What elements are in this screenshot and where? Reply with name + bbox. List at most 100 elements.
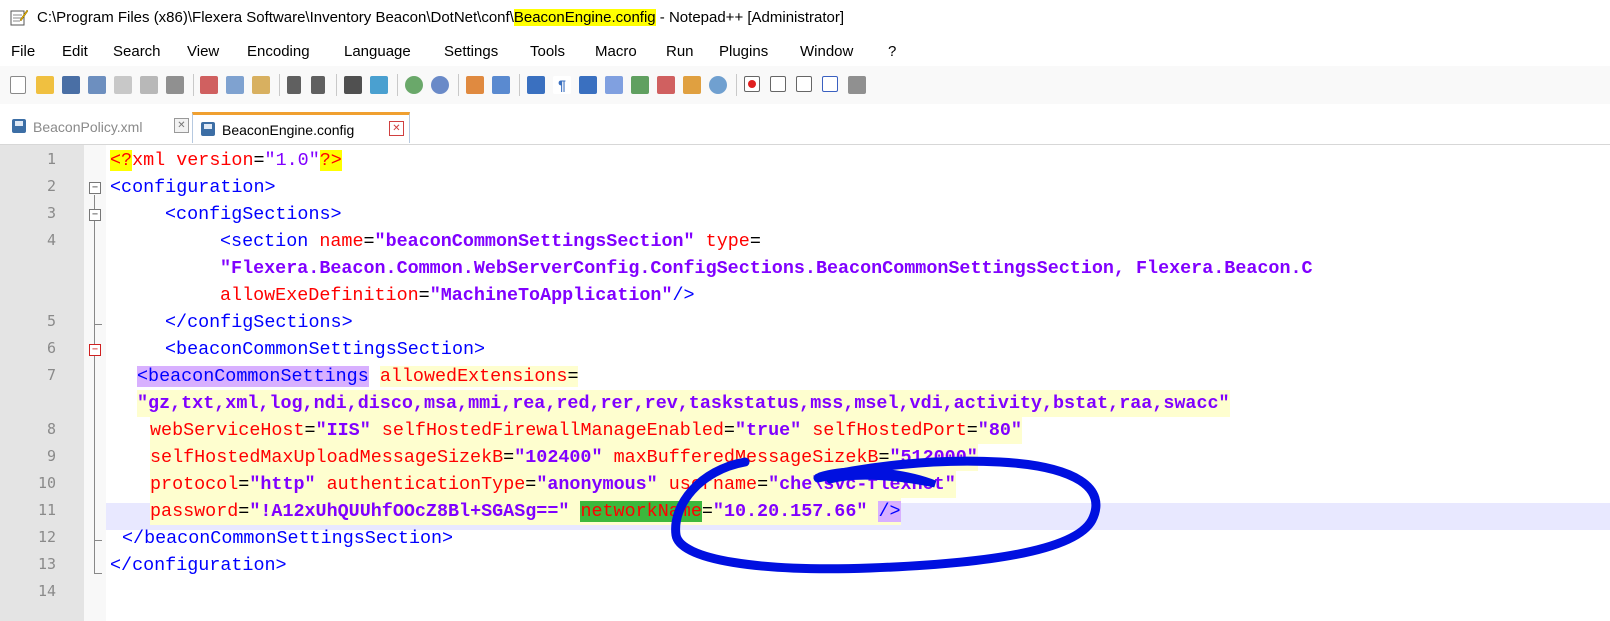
redo-icon[interactable] — [311, 76, 325, 94]
menu-settings[interactable]: Settings — [444, 43, 498, 60]
menu-language[interactable]: Language — [344, 43, 411, 60]
close-all-icon[interactable] — [140, 76, 158, 94]
language-icon[interactable] — [605, 76, 623, 94]
line-number: 14 — [37, 582, 56, 600]
zoom-in-icon[interactable] — [405, 76, 423, 94]
menu-search[interactable]: Search — [113, 43, 161, 60]
code-line-12: </beaconCommonSettingsSection> — [122, 528, 454, 549]
line-number: 5 — [46, 312, 56, 330]
code-line-2: <configuration> — [110, 177, 276, 198]
close-icon[interactable]: ✕ — [389, 121, 404, 136]
sync-horizontal-icon[interactable] — [492, 76, 510, 94]
line-number: 9 — [46, 447, 56, 465]
code-line-4: <section name="beaconCommonSettingsSecti… — [220, 231, 761, 252]
toolbar-separator — [193, 74, 194, 96]
code-line-8: webServiceHost="IIS" selfHostedFirewallM… — [150, 417, 1022, 444]
tab-beaconpolicy[interactable]: BeaconPolicy.xml ✕ — [6, 112, 189, 143]
doc-map-icon[interactable] — [631, 76, 649, 94]
run-macro-multiple-icon[interactable] — [822, 76, 838, 92]
stop-record-icon[interactable] — [770, 76, 786, 92]
line-number: 1 — [46, 150, 56, 168]
notepad-plus-plus-icon — [10, 9, 28, 26]
find-icon[interactable] — [344, 76, 362, 94]
line-number: 13 — [37, 555, 56, 573]
word-wrap-icon[interactable] — [527, 76, 545, 94]
folder-as-workspace-icon[interactable] — [683, 76, 701, 94]
close-icon[interactable] — [114, 76, 132, 94]
play-macro-icon[interactable] — [796, 76, 812, 92]
menu-tools[interactable]: Tools — [530, 43, 565, 60]
networkname-attribute: networkName — [580, 501, 702, 522]
fold-toggle-configuration[interactable]: − — [89, 182, 101, 194]
copy-icon[interactable] — [226, 76, 244, 94]
new-file-icon[interactable] — [10, 76, 26, 94]
cut-icon[interactable] — [200, 76, 218, 94]
toolbar-separator — [458, 74, 459, 96]
code-line-6: <beaconCommonSettingsSection> — [165, 339, 486, 360]
save-macro-icon[interactable] — [848, 76, 866, 94]
menu-plugins[interactable]: Plugins — [719, 43, 768, 60]
fold-end — [94, 573, 102, 574]
fold-toggle-configsections[interactable]: − — [89, 209, 101, 221]
tab-label: BeaconEngine.config — [222, 122, 355, 138]
menu-bar: File Edit Search View Encoding Language … — [0, 38, 1610, 66]
toolbar-separator — [736, 74, 737, 96]
menu-macro[interactable]: Macro — [595, 43, 637, 60]
line-number: 7 — [46, 366, 56, 384]
save-icon[interactable] — [62, 76, 80, 94]
code-line-4-wrap-1: "Flexera.Beacon.Common.WebServerConfig.C… — [220, 258, 1313, 279]
sync-vertical-icon[interactable] — [466, 76, 484, 94]
replace-icon[interactable] — [370, 76, 388, 94]
title-bar: C:\Program Files (x86)\Flexera Software\… — [0, 0, 1610, 38]
file-saved-icon — [12, 119, 26, 133]
code-line-13: </configuration> — [110, 555, 287, 576]
print-icon[interactable] — [166, 76, 184, 94]
title-file-highlight: BeaconEngine.config — [513, 9, 656, 26]
code-line-3: <configSections> — [165, 204, 342, 225]
show-all-chars-icon[interactable]: ¶ — [553, 76, 571, 94]
indent-guide-icon[interactable] — [579, 76, 597, 94]
close-icon[interactable]: ✕ — [174, 118, 189, 133]
toolbar-separator — [279, 74, 280, 96]
toolbar: ¶ — [0, 66, 1610, 105]
menu-window[interactable]: Window — [800, 43, 853, 60]
menu-view[interactable]: View — [187, 43, 219, 60]
fold-end — [94, 540, 102, 541]
menu-run[interactable]: Run — [666, 43, 694, 60]
menu-encoding[interactable]: Encoding — [247, 43, 310, 60]
fold-end — [94, 324, 102, 325]
fold-guide — [94, 195, 95, 573]
undo-icon[interactable] — [287, 76, 301, 94]
code-line-7-wrap: "gz,txt,xml,log,ndi,disco,msa,mmi,rea,re… — [137, 390, 1230, 417]
line-number: 11 — [37, 501, 56, 519]
line-number: 6 — [46, 339, 56, 357]
line-number: 8 — [46, 420, 56, 438]
code-line-10: protocol="http" authenticationType="anon… — [150, 471, 956, 498]
open-file-icon[interactable] — [36, 76, 54, 94]
record-macro-icon[interactable] — [744, 76, 760, 92]
toolbar-separator — [397, 74, 398, 96]
fold-toggle-settingssection[interactable]: − — [89, 344, 101, 356]
editor-area[interactable]: 1 2 3 4 5 6 7 8 9 10 11 12 13 14 − − − <… — [0, 145, 1610, 621]
line-number: 12 — [37, 528, 56, 546]
tab-beaconengine[interactable]: BeaconEngine.config ✕ — [192, 112, 410, 143]
function-list-icon[interactable] — [657, 76, 675, 94]
fold-margin: − − − — [84, 145, 106, 621]
file-saved-icon — [201, 122, 215, 136]
code-line-9: selfHostedMaxUploadMessageSizekB="102400… — [150, 444, 978, 471]
menu-help[interactable]: ? — [888, 43, 896, 60]
toolbar-separator — [519, 74, 520, 96]
line-number: 2 — [46, 177, 56, 195]
zoom-out-icon[interactable] — [431, 76, 449, 94]
code-line-5: </configSections> — [165, 312, 353, 333]
paste-icon[interactable] — [252, 76, 270, 94]
code-line-1: <?xml version="1.0"?> — [110, 150, 342, 171]
line-number: 10 — [37, 474, 56, 492]
menu-edit[interactable]: Edit — [62, 43, 88, 60]
code-line-4-wrap-2: allowExeDefinition="MachineToApplication… — [220, 285, 695, 306]
monitoring-icon[interactable] — [709, 76, 727, 94]
code-line-11: password="!A12xUhQUUhfOOcZ8Bl+SGASg==" n… — [150, 498, 901, 525]
save-all-icon[interactable] — [88, 76, 106, 94]
line-number-gutter: 1 2 3 4 5 6 7 8 9 10 11 12 13 14 — [0, 145, 84, 621]
menu-file[interactable]: File — [11, 43, 35, 60]
